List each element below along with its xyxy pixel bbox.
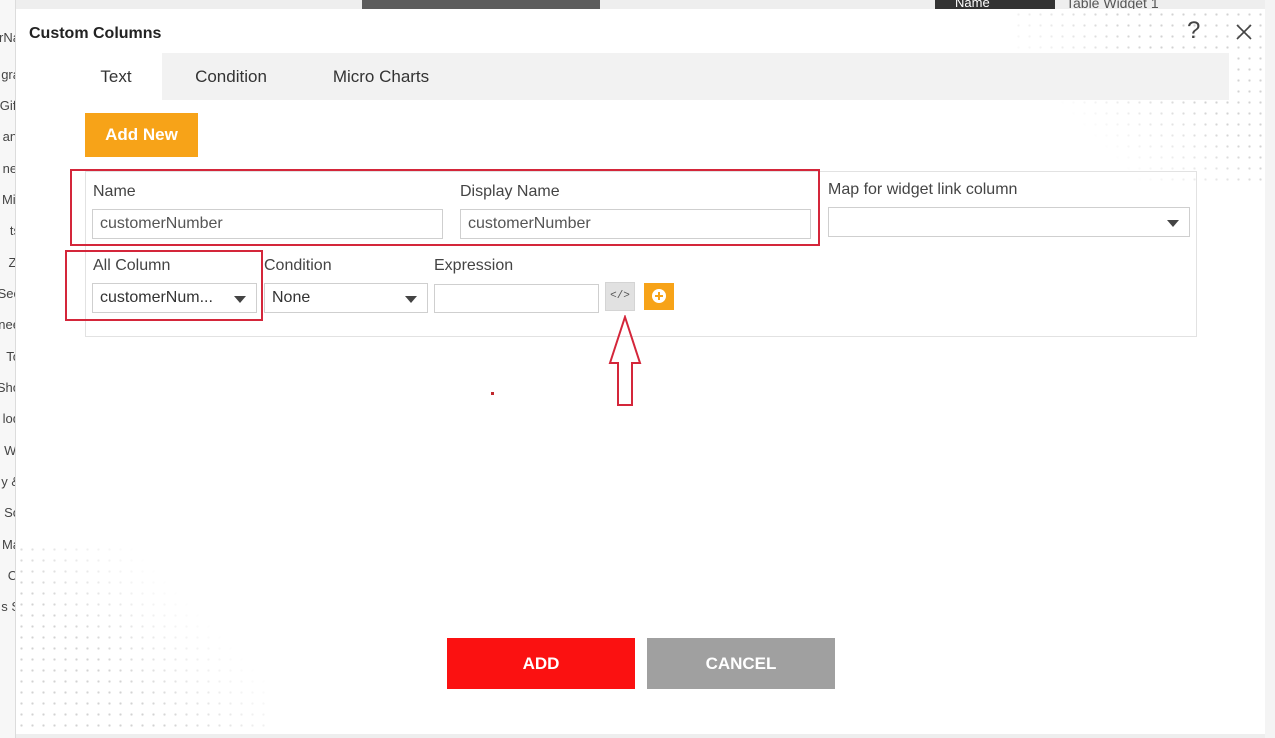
add-row-button[interactable] bbox=[644, 283, 674, 310]
background-sidebar: erNa gra Gift ani nel Mir ts ZI Sec nee … bbox=[0, 0, 16, 738]
tab-micro-charts[interactable]: Micro Charts bbox=[306, 53, 456, 100]
tab-condition[interactable]: Condition bbox=[170, 53, 292, 100]
background-sidebar-item: To bbox=[6, 349, 15, 364]
background-right-panel bbox=[1265, 0, 1275, 738]
tab-text[interactable]: Text bbox=[70, 53, 162, 100]
all-column-label: All Column bbox=[93, 257, 171, 274]
chevron-down-icon bbox=[405, 296, 417, 303]
name-label: Name bbox=[93, 183, 136, 200]
background-sidebar-item: Mir bbox=[1, 192, 16, 207]
question-mark-icon[interactable]: ? bbox=[1187, 17, 1200, 45]
annotation-dot bbox=[491, 392, 494, 395]
add-new-button[interactable]: Add New bbox=[85, 113, 198, 157]
background-sidebar-item: s S bbox=[1, 599, 15, 614]
background-tab-name: Name bbox=[935, 0, 1055, 9]
custom-columns-modal: Custom Columns ? Text Condition Micro Ch… bbox=[16, 9, 1265, 734]
background-sidebar-item: So bbox=[4, 505, 15, 520]
chevron-down-icon bbox=[234, 296, 246, 303]
all-column-select[interactable]: customerNum... bbox=[92, 283, 257, 313]
background-sidebar-item: nel bbox=[2, 161, 15, 176]
background-sidebar-item: gra bbox=[1, 67, 15, 82]
background-toolbar bbox=[362, 0, 600, 9]
annotation-arrow-icon bbox=[608, 315, 642, 406]
add-button[interactable]: ADD bbox=[447, 638, 635, 689]
expression-input[interactable] bbox=[434, 284, 599, 313]
all-column-value: customerNum... bbox=[100, 289, 213, 306]
map-link-column-label: Map for widget link column bbox=[828, 181, 1018, 198]
decorative-dots bbox=[16, 544, 266, 734]
plus-circle-icon bbox=[652, 289, 666, 303]
background-sidebar-item: Gift bbox=[0, 98, 15, 113]
background-sidebar-item: Sec bbox=[0, 286, 15, 301]
background-sidebar-item: ani bbox=[2, 129, 15, 144]
map-link-column-select[interactable] bbox=[828, 207, 1190, 237]
background-sidebar-item: WI bbox=[4, 443, 16, 458]
condition-value: None bbox=[272, 289, 311, 306]
display-name-input[interactable]: customerNumber bbox=[460, 209, 811, 239]
code-icon[interactable]: </> bbox=[605, 282, 635, 311]
background-sidebar-item: erNa bbox=[0, 30, 15, 45]
background-tab-widget: Table Widget 1 bbox=[1066, 0, 1159, 9]
chevron-down-icon bbox=[1167, 220, 1179, 227]
display-name-label: Display Name bbox=[460, 183, 560, 200]
cancel-button[interactable]: CANCEL bbox=[647, 638, 835, 689]
background-sidebar-item: ZI bbox=[8, 255, 16, 270]
modal-title: Custom Columns bbox=[29, 25, 162, 42]
expression-label: Expression bbox=[434, 257, 514, 274]
background-sidebar-item: Cl bbox=[0, 568, 15, 583]
close-icon[interactable] bbox=[1234, 19, 1254, 43]
name-input[interactable]: customerNumber bbox=[92, 209, 443, 239]
background-sidebar-item: Sho bbox=[0, 380, 15, 395]
background-sidebar-item: y & bbox=[1, 474, 15, 489]
condition-select[interactable]: None bbox=[264, 283, 428, 313]
background-sidebar-item: Ma bbox=[1, 537, 15, 552]
background-sidebar-item: ts bbox=[9, 223, 15, 238]
tab-bar: Text Condition Micro Charts bbox=[70, 53, 1229, 100]
background-sidebar-item: nee bbox=[0, 317, 15, 332]
background-sidebar-item: lod bbox=[2, 411, 15, 426]
condition-label: Condition bbox=[264, 257, 332, 274]
